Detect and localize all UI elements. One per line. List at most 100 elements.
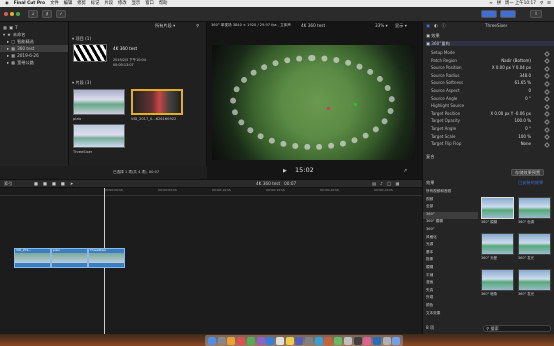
effect-thumbnail[interactable]: 360° 模糊: [481, 197, 514, 227]
library-item-broadband[interactable]: ▸ ▦ 宽带公路: [0, 59, 68, 66]
search-icon[interactable]: ⚲: [540, 1, 543, 6]
minimize-window-button[interactable]: [10, 12, 14, 16]
effects-category[interactable]: 文本效果: [423, 311, 478, 319]
effects-search-input[interactable]: ⚲ 搜索: [483, 325, 551, 333]
param-value[interactable]: 100.0 %: [514, 119, 531, 124]
keyframe-icon[interactable]: [544, 58, 550, 64]
dock-app-icon[interactable]: [217, 336, 226, 345]
play-button[interactable]: ▶: [283, 168, 287, 174]
dock-app-icon[interactable]: [285, 336, 294, 345]
inspector-param-row[interactable]: Source Angle 0 °: [423, 96, 554, 104]
library-item-360-test[interactable]: ▸ ▦ 360 test: [0, 45, 68, 52]
inspector-param-row[interactable]: Target Opacity 100.0 %: [423, 118, 554, 126]
effects-category[interactable]: 抠像: [423, 257, 478, 265]
param-value[interactable]: X 0.00 px Y 0.04 px: [492, 65, 531, 71]
param-value[interactable]: 0: [528, 88, 531, 94]
timeline-clip[interactable]: VID_201...: [14, 248, 51, 268]
effects-category[interactable]: 模糊: [423, 265, 478, 273]
apple-icon[interactable]: ◉: [5, 1, 9, 6]
menu-file[interactable]: 文件: [50, 1, 59, 6]
library-item-2019-6-26[interactable]: ▸ ▦ 2019-6-26: [0, 52, 68, 59]
effects-category[interactable]: 360° 模糊: [423, 219, 478, 227]
clip-thumbnail[interactable]: [73, 89, 125, 115]
inspector-param-row[interactable]: Source Radius 348.0: [423, 73, 554, 81]
effects-category[interactable]: 所有视频和音频: [423, 189, 478, 197]
keyframe-icon[interactable]: [544, 50, 550, 57]
clip-thumbnail-selected[interactable]: [131, 89, 183, 115]
effects-category[interactable]: 光源: [423, 242, 478, 250]
inspector-param-row[interactable]: Source Aspect 0: [423, 88, 554, 96]
section-events[interactable]: ▾ 片段 (3): [72, 80, 91, 85]
inspector-param-row[interactable]: Target Scale 100 %: [423, 134, 554, 142]
disclosure-icon[interactable]: ▸: [7, 60, 9, 65]
layout-toggle-timeline[interactable]: [500, 10, 516, 18]
overwrite-clip-icon[interactable]: ■: [61, 181, 65, 186]
effects-section[interactable]: ▣ 效果: [426, 33, 440, 38]
effects-category[interactable]: 失真: [423, 288, 478, 296]
snapping-icon[interactable]: ▤: [372, 181, 376, 186]
dock-app-icon[interactable]: [343, 336, 352, 345]
menu-modify[interactable]: 修改: [118, 1, 127, 6]
clock[interactable]: 周一 上午10:17: [505, 1, 536, 6]
dock-app-icon[interactable]: [363, 336, 372, 345]
input-method[interactable]: 拼: [497, 1, 501, 6]
dock-app-icon[interactable]: [208, 336, 216, 345]
param-value[interactable]: 61.65 %: [514, 81, 531, 86]
zoom-window-button[interactable]: [16, 12, 20, 16]
keyframe-icon[interactable]: [544, 65, 550, 72]
keyframe-icon[interactable]: [544, 88, 550, 95]
viewer-canvas[interactable]: [212, 45, 415, 160]
menu-window[interactable]: 窗口: [145, 1, 154, 6]
dock-app-icon[interactable]: [382, 336, 391, 345]
keyframe-icon[interactable]: [544, 103, 550, 110]
inspector-param-row[interactable]: Target Flip Flop None: [423, 141, 554, 149]
disclosure-icon[interactable]: ▾: [3, 32, 5, 37]
keyframe-icon[interactable]: [544, 141, 550, 148]
video-inspector-icon[interactable]: ▣: [426, 23, 430, 28]
effects-category[interactable]: 平铺: [423, 273, 478, 281]
menu-list-icon[interactable]: ☰: [547, 1, 551, 6]
solo-icon[interactable]: ◯: [387, 181, 392, 186]
import-button[interactable]: ↓: [28, 10, 38, 18]
photos-icon[interactable]: ▣: [9, 25, 13, 30]
inspector-param-row[interactable]: Patch Region Nadir (Bottom): [423, 58, 554, 66]
param-value[interactable]: 0 °: [525, 126, 531, 132]
audio-skim-icon[interactable]: ♪: [380, 181, 383, 186]
effects-category[interactable]: 全部: [423, 204, 478, 212]
menu-edit[interactable]: 编辑: [64, 1, 73, 6]
color-inspector-icon[interactable]: ◐: [434, 23, 438, 28]
titles-icon[interactable]: T: [15, 25, 18, 30]
dock-app-icon[interactable]: [295, 336, 304, 345]
menu-mark[interactable]: 标记: [91, 1, 100, 6]
inspector-param-row[interactable]: Source Position X 0.00 px Y 0.04 px: [423, 65, 554, 73]
dock-app-icon[interactable]: [246, 336, 255, 345]
dock-app-icon[interactable]: [372, 336, 381, 345]
timeline-index-button[interactable]: 索引: [4, 181, 12, 186]
dock-app-icon[interactable]: [305, 336, 313, 345]
timeline-clip[interactable]: pizio: [51, 248, 88, 268]
dock-app-icon[interactable]: [353, 336, 362, 345]
inspector-param-row[interactable]: Setup Mode: [423, 50, 554, 58]
effect-thumbnail[interactable]: 360° 发光: [518, 269, 551, 299]
timecode-display[interactable]: 15:02: [295, 166, 314, 175]
clip-appearance-icon[interactable]: ▦: [395, 181, 399, 186]
keyframe-icon[interactable]: [544, 96, 550, 102]
effects-category[interactable]: 视频: [423, 197, 478, 205]
param-value[interactable]: None: [521, 141, 531, 147]
menu-view[interactable]: 显示: [132, 1, 141, 6]
library-icon[interactable]: ▦: [3, 25, 7, 30]
layout-toggle-browser[interactable]: [481, 10, 497, 18]
param-value[interactable]: X 0.00 px Y -0.06 px: [490, 111, 531, 117]
dock-app-icon[interactable]: [227, 336, 236, 345]
dock-app-icon[interactable]: [266, 336, 275, 345]
param-value[interactable]: 0 °: [525, 96, 531, 102]
append-clip-icon[interactable]: ■: [52, 181, 56, 186]
effect-thumbnail[interactable]: 360° 光晕: [481, 233, 514, 263]
effects-category[interactable]: 基本: [423, 250, 478, 258]
keyframe-icon[interactable]: [544, 119, 550, 125]
installed-effects[interactable]: 已安装的效果: [518, 180, 543, 185]
dock-app-icon[interactable]: [256, 336, 265, 345]
section-projects[interactable]: ▾ 项目 (1): [72, 36, 91, 41]
viewer-zoom[interactable]: 33% ▾: [375, 23, 388, 28]
browser-filter[interactable]: 所有片段 ▾: [155, 23, 175, 28]
